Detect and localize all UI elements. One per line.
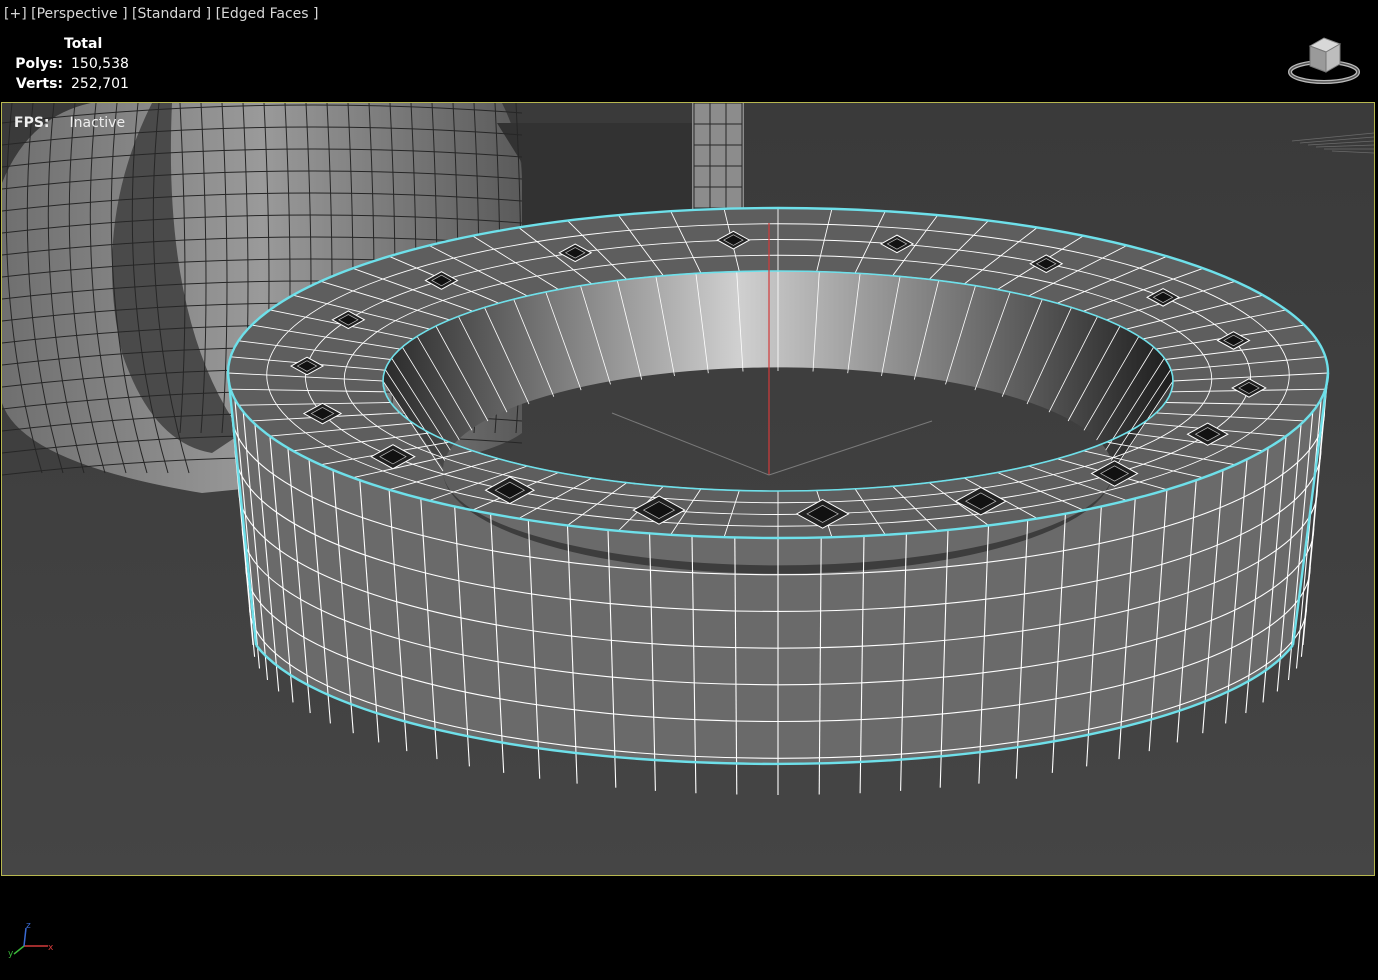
axis-z-label: z: [26, 921, 31, 931]
viewport-label: [+] [Perspective ] [Standard ] [Edged Fa…: [4, 6, 318, 22]
viewcube-icon[interactable]: [1284, 30, 1364, 90]
verts-value: 252,701: [71, 76, 129, 92]
scene-canvas[interactable]: [2, 103, 1374, 875]
statistics-panel: Total Polys: 150,538 Verts: 252,701: [12, 34, 129, 94]
polys-label: Polys:: [15, 56, 63, 72]
viewport-header: [+] [Perspective ] [Standard ] [Edged Fa…: [0, 0, 1378, 102]
perspective-viewport[interactable]: FPS: Inactive: [1, 102, 1375, 876]
viewport-menu-view[interactable]: [Perspective ]: [31, 6, 127, 22]
fps-value: Inactive: [69, 115, 126, 131]
axis-tripod-icon: x y z: [8, 921, 54, 959]
viewport-menu-plus[interactable]: [+]: [4, 6, 27, 22]
viewport-footer: [0, 876, 1378, 980]
polys-value: 150,538: [71, 56, 129, 72]
verts-label: Verts:: [15, 76, 63, 92]
stats-header: Total: [64, 36, 103, 52]
fps-label: FPS:: [14, 115, 50, 131]
ring-mesh: [227, 208, 1329, 795]
axis-y-label: y: [8, 949, 14, 959]
fps-readout: FPS: Inactive: [14, 115, 125, 131]
viewport-menu-mode[interactable]: [Edged Faces ]: [216, 6, 319, 22]
viewport-menu-shading[interactable]: [Standard ]: [132, 6, 211, 22]
axis-x-label: x: [48, 943, 54, 953]
